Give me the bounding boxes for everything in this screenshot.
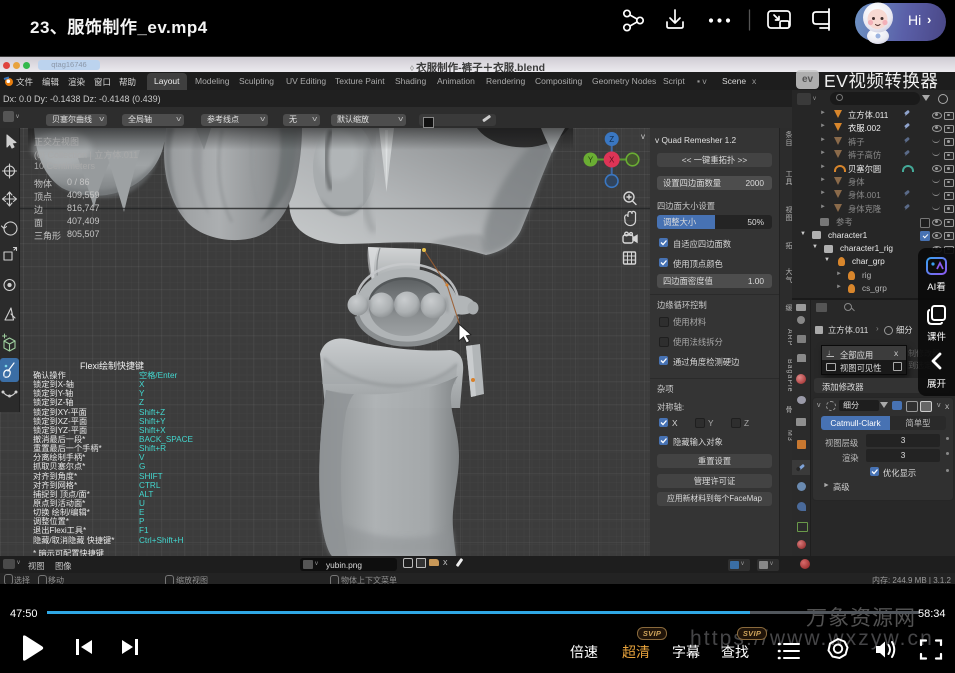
svg-text:Y: Y — [588, 156, 594, 165]
svg-text:Z: Z — [609, 135, 614, 144]
svg-text:X: X — [609, 156, 615, 165]
